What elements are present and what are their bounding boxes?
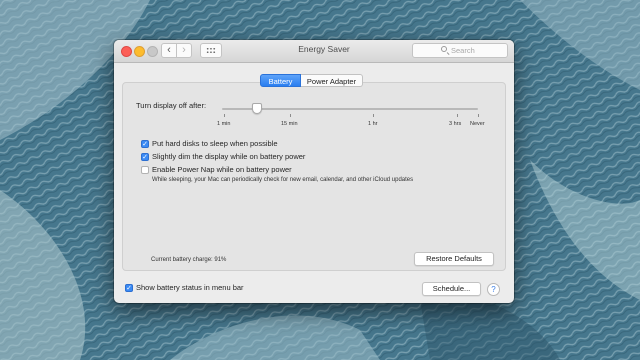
close-window-button[interactable] [121,46,132,57]
display-sleep-label: Turn display off after: [136,101,207,110]
slider-tick [224,114,225,117]
dim-display-checkbox[interactable]: ✓ [141,153,149,161]
slider-tick [457,114,458,117]
slider-tick [290,114,291,117]
hard-disk-sleep-label: Put hard disks to sleep when possible [152,139,278,148]
zoom-window-button[interactable] [147,46,158,57]
hard-disk-sleep-checkbox[interactable]: ✓ [141,140,149,148]
tick-label-15-min: 15 min [281,121,298,127]
help-button[interactable]: ? [487,283,500,296]
back-button[interactable]: ‹ [161,43,177,58]
energy-saver-window: ‹ › Energy Saver Search Battery Power Ad… [114,40,514,303]
tick-label-1-hr: 1 hr [368,121,378,127]
search-placeholder: Search [451,46,475,55]
slider-tick [373,114,374,117]
titlebar: ‹ › Energy Saver Search [114,40,514,63]
minimize-window-button[interactable] [134,46,145,57]
show-battery-status-checkbox[interactable]: ✓ [125,284,133,292]
tab-bar: Battery Power Adapter [260,74,363,87]
tick-label-3-hrs: 3 hrs [449,121,462,127]
battery-charge-status: Current battery charge: 91% [151,257,227,263]
display-sleep-slider-knob[interactable] [252,103,262,114]
search-icon [441,46,447,52]
power-nap-label: Enable Power Nap while on battery power [152,165,292,174]
power-nap-description: While sleeping, your Mac can periodicall… [152,177,414,183]
show-battery-status-label: Show battery status in menu bar [136,283,244,292]
forward-button[interactable]: › [176,43,192,58]
power-nap-checkbox[interactable] [141,166,149,174]
window-title: Energy Saver [298,44,350,54]
restore-defaults-button[interactable]: Restore Defaults [414,252,494,266]
tick-label-1-min: 1 min [217,121,231,127]
tick-label-never: Never [470,121,485,127]
grid-icon [206,47,216,54]
slider-tick [478,114,479,117]
schedule-button[interactable]: Schedule... [422,282,481,296]
dim-display-label: Slightly dim the display while on batter… [152,152,306,161]
tab-power-adapter[interactable]: Power Adapter [301,74,363,87]
search-field[interactable]: Search [412,43,508,58]
tab-battery[interactable]: Battery [260,74,301,87]
show-all-grid-button[interactable] [200,43,222,58]
